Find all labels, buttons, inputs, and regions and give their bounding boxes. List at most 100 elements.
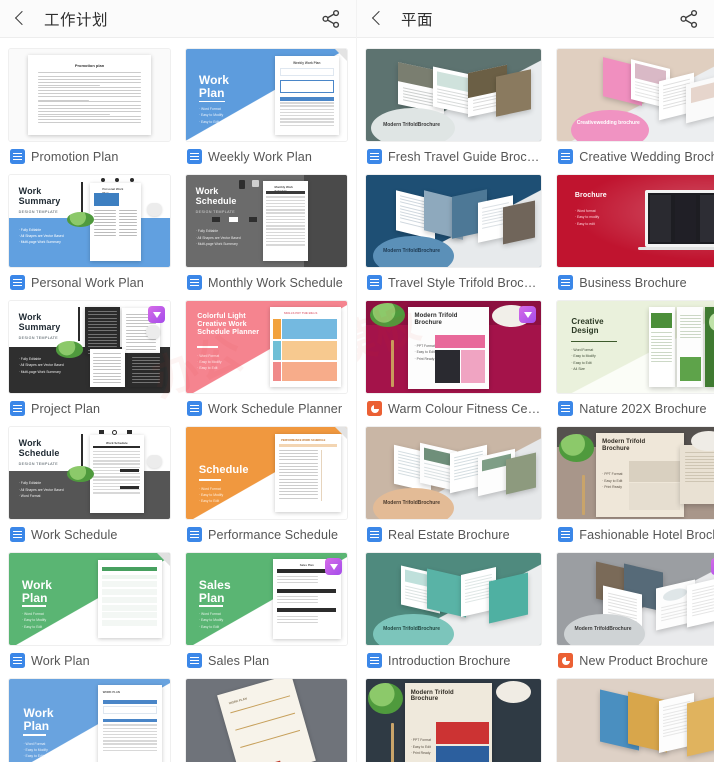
- template-thumbnail[interactable]: Modern Trifold Brochure: [365, 552, 543, 646]
- template-meta: Creative Wedding Broch…: [556, 142, 714, 164]
- panel-graphic: 平面 Modern Trifold Brochure Fresh Travel …: [357, 0, 714, 762]
- template-card[interactable]: Modern Trifold Brochure · PPT Format · Eas…: [556, 426, 714, 542]
- template-thumbnail[interactable]: Modern Trifold Brochure · PPT Format · Eas…: [365, 678, 543, 762]
- template-meta: Business Brochure: [556, 268, 714, 290]
- template-thumbnail[interactable]: Work Summary DESIGN TEMPLATE · Fully Edit…: [8, 300, 171, 394]
- thumbnail-art: Modern Trifold Brochure: [557, 553, 714, 645]
- template-thumbnail[interactable]: Work Plan · Word Format · Easy to Modify · …: [8, 678, 171, 762]
- template-card[interactable]: Work Plan · Word Format · Easy to Modify · …: [8, 552, 171, 668]
- template-thumbnail[interactable]: Creative Design · Word Format · Easy to Mo…: [556, 300, 714, 394]
- thumbnail-art: Modern Trifold Brochure · PPT Format · Eas…: [366, 301, 542, 393]
- template-card[interactable]: Work Summary DESIGN TEMPLATE · Fully Edit…: [8, 300, 171, 416]
- template-label: Fashionable Hotel Broch…: [579, 527, 714, 542]
- thumbnail-art: WORK PLAN: [186, 679, 347, 762]
- template-thumbnail[interactable]: Work Plan · Word Format · Easy to Modify · …: [8, 552, 171, 646]
- template-card[interactable]: Modern Trifold Brochure Real Estate Broch…: [365, 426, 543, 542]
- doc-file-icon: [10, 653, 25, 668]
- template-card[interactable]: WORK PLAN: [185, 678, 348, 762]
- template-card[interactable]: Promotion plan Promotion Plan: [8, 48, 171, 164]
- template-meta: Travel Style Trifold Broc…: [365, 268, 542, 290]
- template-card[interactable]: Creative Design · Word Format · Easy to Mo…: [556, 300, 714, 416]
- template-card[interactable]: Modern Trifold Brochure · PPT Format · Eas…: [365, 300, 543, 416]
- template-thumbnail[interactable]: [556, 678, 714, 762]
- thumbnail-art: Modern Trifold Brochure · PPT Format · Eas…: [366, 679, 542, 762]
- share-icon[interactable]: [678, 8, 700, 30]
- template-thumbnail[interactable]: Schedule · Word Format · Easy to Modify · …: [185, 426, 348, 520]
- thumbnail-art: Modern Trifold Brochure · PPT Format · Eas…: [557, 427, 714, 519]
- template-thumbnail[interactable]: Colorful Light Creative Work Schedule Plan…: [185, 300, 348, 394]
- template-thumbnail[interactable]: Creative wedding brochure: [556, 48, 714, 142]
- template-card[interactable]: [556, 678, 714, 762]
- doc-file-icon: [558, 149, 574, 164]
- ppt-file-icon: [367, 401, 382, 416]
- template-meta: Promotion Plan: [8, 142, 171, 164]
- template-card[interactable]: Sales Plan · Word Format · Easy to Modify ·…: [185, 552, 348, 668]
- template-card[interactable]: Creative wedding brochure Creative Weddin…: [556, 48, 714, 164]
- template-thumbnail[interactable]: Work Schedule DESIGN TEMPLATE · Fully Edi…: [8, 426, 171, 520]
- template-thumbnail[interactable]: Modern Trifold Brochure · PPT Format · Eas…: [365, 300, 543, 394]
- template-thumbnail[interactable]: Work Plan · Word Format · Easy to Modify · …: [185, 48, 348, 142]
- doc-file-icon: [187, 149, 202, 164]
- template-thumbnail[interactable]: Work Schedule DESIGN TEMPLATE · Fully Edi…: [185, 174, 348, 268]
- template-meta: Weekly Work Plan: [185, 142, 348, 164]
- template-meta: Personal Work Plan: [8, 268, 171, 290]
- template-card[interactable]: Brochure · Word format · Easy to modify · …: [556, 174, 714, 290]
- doc-file-icon: [187, 527, 202, 542]
- template-card[interactable]: Work Schedule DESIGN TEMPLATE · Fully Edi…: [185, 174, 348, 290]
- template-meta: Work Plan: [8, 646, 171, 668]
- template-label: Warm Colour Fitness Ce…: [388, 401, 541, 416]
- template-card[interactable]: Work Plan · Word Format · Easy to Modify · …: [185, 48, 348, 164]
- doc-file-icon: [10, 527, 25, 542]
- thumbnail-art: Work Schedule DESIGN TEMPLATE · Fully Edi…: [9, 427, 170, 519]
- doc-file-icon: [10, 401, 25, 416]
- ppt-file-icon: [558, 653, 574, 668]
- doc-file-icon: [187, 401, 202, 416]
- template-card[interactable]: Modern Trifold Brochure · PPT Format · Eas…: [365, 678, 543, 762]
- back-icon[interactable]: [367, 8, 389, 30]
- template-card[interactable]: Work Schedule DESIGN TEMPLATE · Fully Edi…: [8, 426, 171, 542]
- template-label: Promotion Plan: [31, 149, 119, 164]
- template-card[interactable]: Colorful Light Creative Work Schedule Plan…: [185, 300, 348, 416]
- template-label: Sales Plan: [208, 653, 270, 668]
- template-label: Performance Schedule: [208, 527, 339, 542]
- template-thumbnail[interactable]: Work Summary DESIGN TEMPLATE · Fully Edit…: [8, 174, 171, 268]
- thumbnail-art: Modern Trifold Brochure: [366, 427, 542, 519]
- template-label: Personal Work Plan: [31, 275, 144, 290]
- template-card[interactable]: Modern Trifold Brochure Introduction Broc…: [365, 552, 543, 668]
- share-icon[interactable]: [320, 8, 342, 30]
- template-meta: Introduction Brochure: [365, 646, 542, 668]
- doc-file-icon: [367, 653, 382, 668]
- template-thumbnail[interactable]: Modern Trifold Brochure: [365, 48, 543, 142]
- template-label: Creative Wedding Broch…: [579, 149, 714, 164]
- template-grid-right: Modern Trifold Brochure Fresh Travel Guid…: [357, 38, 714, 762]
- vip-badge-icon: [519, 306, 537, 323]
- page-title: 平面: [401, 11, 434, 29]
- thumbnail-art: Work Schedule DESIGN TEMPLATE · Fully Edi…: [186, 175, 347, 267]
- template-thumbnail[interactable]: Modern Trifold Brochure: [365, 426, 543, 520]
- back-icon[interactable]: [10, 8, 32, 30]
- template-card[interactable]: Modern Trifold Brochure New Product Broch…: [556, 552, 714, 668]
- template-card[interactable]: Work Plan · Word Format · Easy to Modify · …: [8, 678, 171, 762]
- doc-file-icon: [558, 527, 574, 542]
- thumbnail-art: Work Summary DESIGN TEMPLATE · Fully Edit…: [9, 175, 170, 267]
- thumbnail-art: Creative Design · Word Format · Easy to Mo…: [557, 301, 714, 393]
- template-card[interactable]: Modern Trifold Brochure Fresh Travel Guid…: [365, 48, 543, 164]
- template-meta: Warm Colour Fitness Ce…: [365, 394, 542, 416]
- thumbnail-art: Modern Trifold Brochure: [366, 175, 542, 267]
- template-card[interactable]: Work Summary DESIGN TEMPLATE · Fully Edit…: [8, 174, 171, 290]
- template-card[interactable]: Schedule · Word Format · Easy to Modify · …: [185, 426, 348, 542]
- template-label: Business Brochure: [579, 275, 687, 290]
- template-thumbnail[interactable]: Modern Trifold Brochure: [365, 174, 543, 268]
- template-label: Weekly Work Plan: [208, 149, 313, 164]
- template-card[interactable]: Modern Trifold Brochure Travel Style Trif…: [365, 174, 543, 290]
- template-thumbnail[interactable]: Sales Plan · Word Format · Easy to Modify ·…: [185, 552, 348, 646]
- template-thumbnail[interactable]: Brochure · Word format · Easy to modify · …: [556, 174, 714, 268]
- template-thumbnail[interactable]: WORK PLAN: [185, 678, 348, 762]
- thumbnail-art: Creative wedding brochure: [557, 49, 714, 141]
- thumbnail-art: [557, 679, 714, 762]
- template-thumbnail[interactable]: Modern Trifold Brochure · PPT Format · Eas…: [556, 426, 714, 520]
- template-meta: Sales Plan: [185, 646, 348, 668]
- template-thumbnail[interactable]: Modern Trifold Brochure: [556, 552, 714, 646]
- template-label: Fresh Travel Guide Broc…: [388, 149, 540, 164]
- template-thumbnail[interactable]: Promotion plan: [8, 48, 171, 142]
